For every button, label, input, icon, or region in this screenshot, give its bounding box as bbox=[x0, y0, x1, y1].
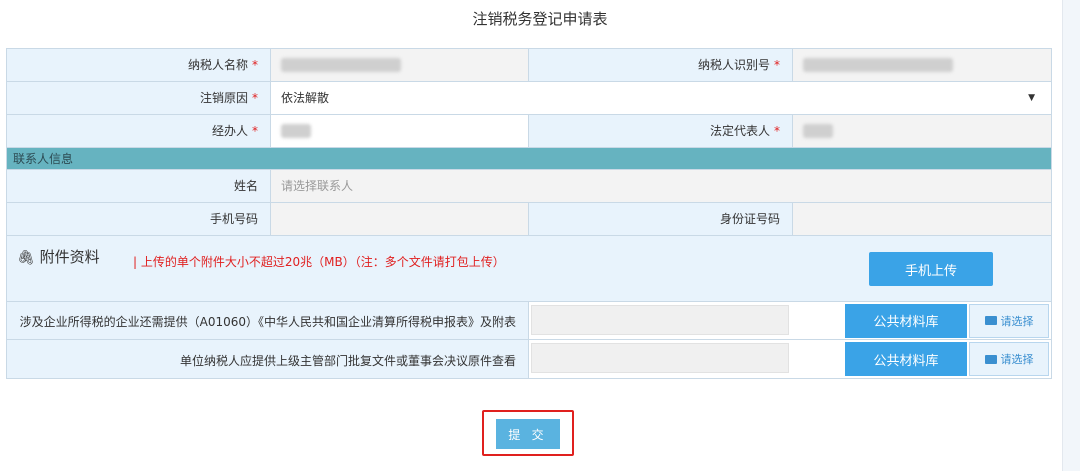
contact-section-header: 联系人信息 bbox=[7, 148, 1051, 170]
material-file-box bbox=[531, 343, 789, 373]
material-file-box bbox=[531, 305, 789, 335]
material-row-1: 涉及企业所得税的企业还需提供（A01060）《中华人民共和国企业清算所得税申报表… bbox=[7, 302, 1051, 340]
submit-highlight-box: 提 交 bbox=[482, 410, 574, 456]
handler-label: 经办人 * bbox=[7, 115, 271, 147]
required-mark: * bbox=[252, 58, 258, 72]
public-library-button[interactable]: 公共材料库 bbox=[845, 303, 967, 338]
material-file-1 bbox=[529, 302, 793, 339]
legal-rep-value bbox=[793, 115, 1051, 147]
reason-label: 注销原因 * bbox=[7, 82, 271, 114]
contact-name-label: 姓名 bbox=[7, 170, 271, 202]
page: 注销税务登记申请表 纳税人名称 * 纳税人识别号 * 注销原因 * 依法解散 ▼… bbox=[0, 0, 1080, 471]
legal-rep-label: 法定代表人 * bbox=[529, 115, 793, 147]
material-label-1: 涉及企业所得税的企业还需提供（A01060）《中华人民共和国企业清算所得税申报表… bbox=[7, 302, 529, 339]
choose-file-label: 请选择 bbox=[1000, 353, 1034, 366]
mobile-upload-button[interactable]: 手机上传 bbox=[869, 252, 993, 286]
required-mark: * bbox=[774, 124, 780, 138]
choose-file-button[interactable]: 请选择 bbox=[969, 342, 1049, 376]
attachments-size-note: | 上传的单个附件大小不超过20兆（MB）（注：多个文件请打包上传） bbox=[133, 255, 505, 269]
reason-select[interactable]: 依法解散 ▼ bbox=[271, 82, 1051, 114]
redacted-text bbox=[281, 58, 401, 72]
material-actions-2: 公共材料库 请选择 bbox=[793, 340, 1051, 378]
attachments-header: 🖇 附件资料 | 上传的单个附件大小不超过20兆（MB）（注：多个文件请打包上传… bbox=[7, 236, 1051, 302]
material-row-2: 单位纳税人应提供上级主管部门批复文件或董事会决议原件查看 公共材料库 请选择 bbox=[7, 340, 1051, 378]
public-library-button[interactable]: 公共材料库 bbox=[845, 342, 967, 376]
material-label-2: 单位纳税人应提供上级主管部门批复文件或董事会决议原件查看 bbox=[7, 340, 529, 378]
redacted-text bbox=[281, 124, 311, 138]
row-reason: 注销原因 * 依法解散 ▼ bbox=[7, 82, 1051, 115]
redacted-text bbox=[803, 124, 833, 138]
folder-icon bbox=[984, 354, 997, 364]
choose-file-button[interactable]: 请选择 bbox=[969, 303, 1049, 338]
chevron-down-icon[interactable]: ▼ bbox=[1028, 82, 1035, 114]
taxpayer-name-value bbox=[271, 49, 529, 81]
material-file-2 bbox=[529, 340, 793, 378]
page-title: 注销税务登记申请表 bbox=[472, 10, 608, 28]
phone-label: 手机号码 bbox=[7, 203, 271, 235]
row-contact-phone: 手机号码 身份证号码 bbox=[7, 203, 1051, 236]
phone-value bbox=[271, 203, 529, 235]
redacted-text bbox=[803, 58, 953, 72]
row-taxpayer: 纳税人名称 * 纳税人识别号 * bbox=[7, 49, 1051, 82]
required-mark: * bbox=[252, 91, 258, 105]
choose-file-label: 请选择 bbox=[1000, 314, 1034, 328]
reason-selected-value: 依法解散 bbox=[281, 91, 330, 105]
taxpayer-id-label: 纳税人识别号 * bbox=[529, 49, 793, 81]
submit-button[interactable]: 提 交 bbox=[496, 419, 560, 449]
required-mark: * bbox=[774, 58, 780, 72]
row-handler: 经办人 * 法定代表人 * bbox=[7, 115, 1051, 148]
taxpayer-name-label: 纳税人名称 * bbox=[7, 49, 271, 81]
contact-name-select[interactable]: 请选择联系人 bbox=[271, 170, 1051, 202]
handler-input[interactable] bbox=[271, 115, 529, 147]
taxpayer-id-value bbox=[793, 49, 1051, 81]
idcard-value bbox=[793, 203, 1051, 235]
application-form: 纳税人名称 * 纳税人识别号 * 注销原因 * 依法解散 ▼ 经办人 * 法定代… bbox=[6, 48, 1052, 379]
idcard-label: 身份证号码 bbox=[529, 203, 793, 235]
material-actions-1: 公共材料库 请选择 bbox=[793, 302, 1051, 339]
row-contact-name: 姓名 请选择联系人 bbox=[7, 170, 1051, 203]
folder-icon bbox=[984, 316, 997, 325]
scrollbar-track[interactable] bbox=[1062, 0, 1080, 471]
required-mark: * bbox=[252, 124, 258, 138]
